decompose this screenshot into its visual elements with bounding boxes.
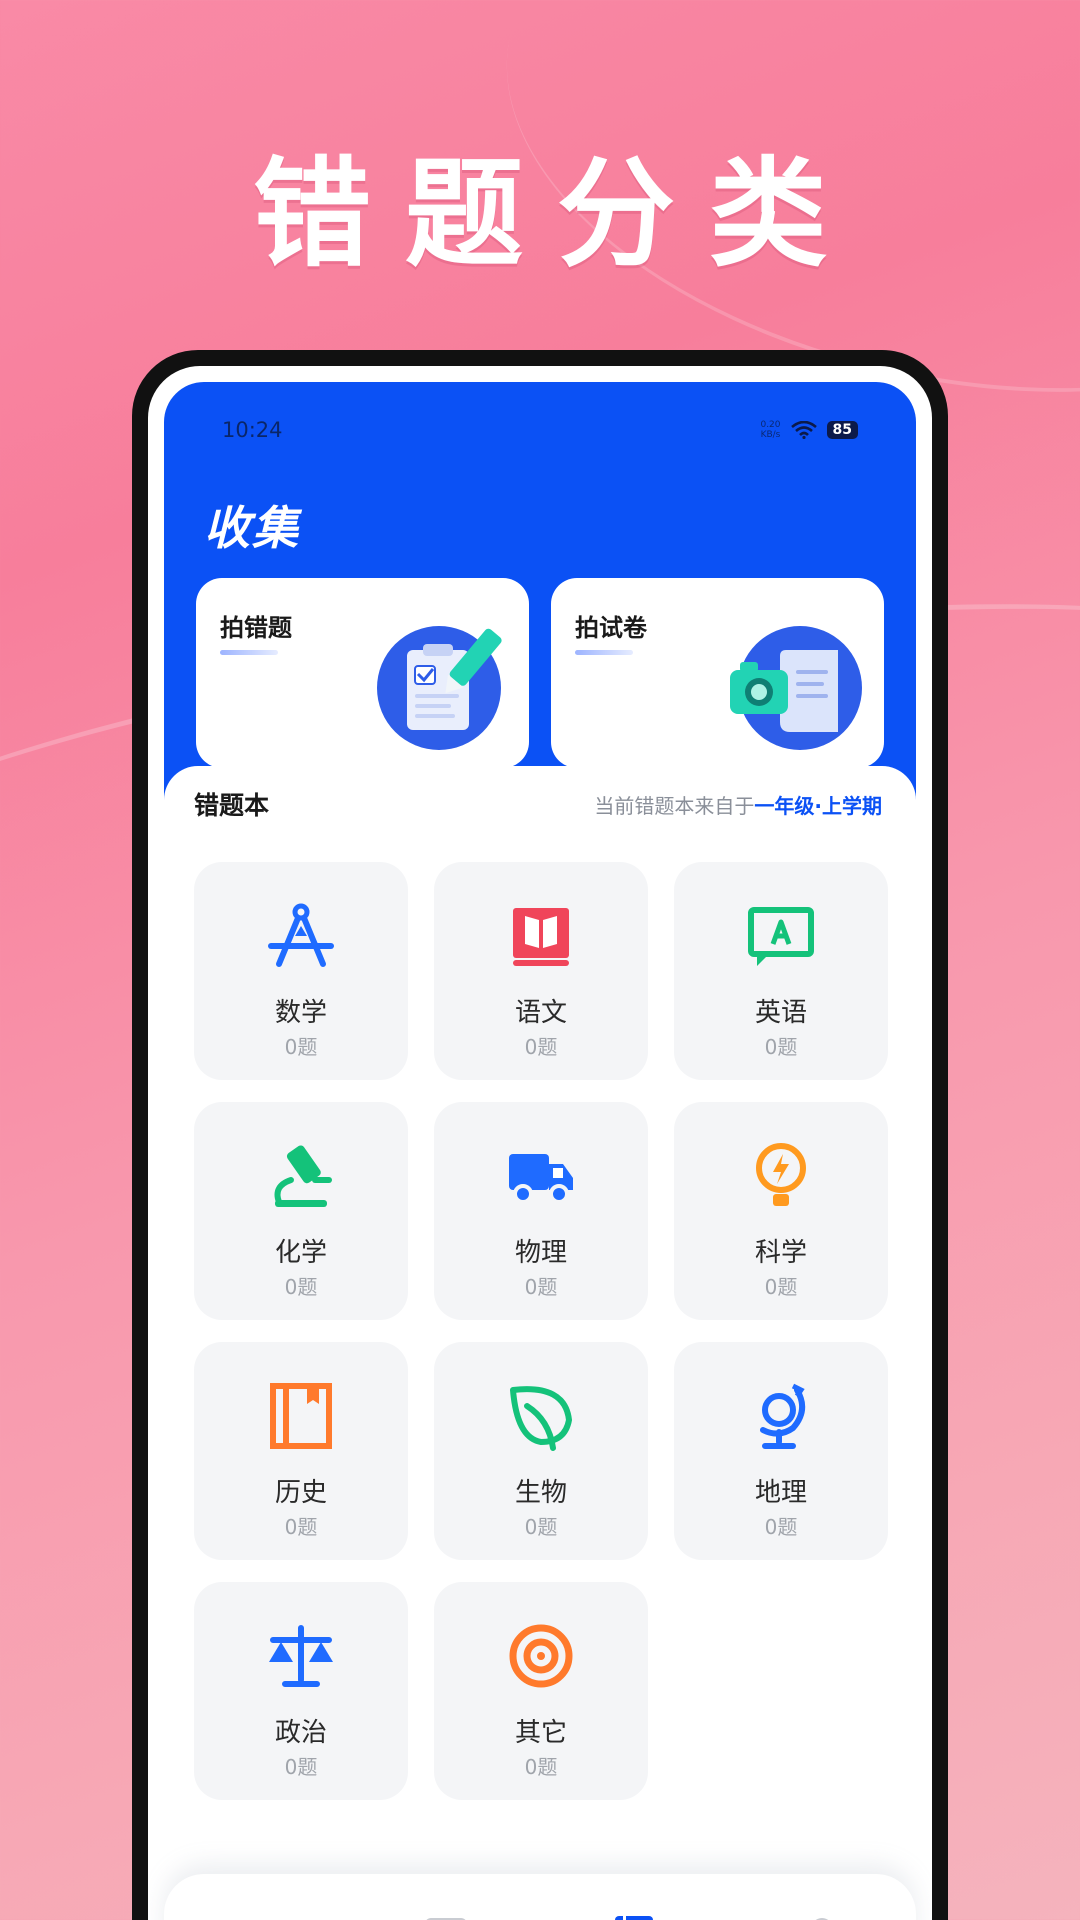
subject-tile-math[interactable]: 数学 0题	[194, 862, 408, 1080]
book-icon	[513, 908, 569, 966]
card-label: 拍错题	[220, 614, 292, 642]
collect-title: 收集	[204, 501, 300, 555]
scale-icon	[269, 1625, 333, 1687]
bottom-tab-bar	[164, 1874, 916, 1920]
wrong-book-sheet: 错题本 当前错题本来自于一年级·上学期 数学 0题 语文 0题 英语 0题 化学…	[164, 766, 916, 1920]
net-speed: 0.20 KB/s	[760, 420, 781, 440]
subject-tile-chemistry[interactable]: 化学 0题	[194, 1102, 408, 1320]
capture-question-card[interactable]: 拍错题	[196, 578, 529, 768]
archive-book-icon	[270, 1383, 332, 1449]
subject-tile-biology[interactable]: 生物 0题	[434, 1342, 648, 1560]
subject-tile-geography[interactable]: 地理 0题	[674, 1342, 888, 1560]
status-time: 10:24	[222, 418, 283, 442]
subject-tile-physics[interactable]: 物理 0题	[434, 1102, 648, 1320]
wifi-icon	[790, 421, 817, 439]
phone-screen: 10:24 0.20 KB/s 85 收集 拍错题 拍试卷 错题本 当前错题本来…	[148, 366, 932, 1920]
grade-term-link[interactable]: 一年级·上学期	[754, 794, 882, 818]
phone-frame: 10:24 0.20 KB/s 85 收集 拍错题 拍试卷 错题本 当前错题本来…	[132, 350, 948, 1920]
clipboard-pen-icon	[377, 626, 502, 750]
subject-tile-science[interactable]: 科学 0题	[674, 1102, 888, 1320]
truck-icon	[509, 1154, 573, 1204]
profile-icon[interactable]	[799, 1914, 845, 1920]
leaf-icon	[510, 1386, 572, 1451]
home-icon[interactable]	[235, 1914, 281, 1920]
letter-board-icon	[748, 907, 814, 966]
subject-tile-other[interactable]: 其它 0题	[434, 1582, 648, 1800]
promo-headline: 错题分类	[252, 144, 861, 283]
target-icon	[509, 1624, 573, 1688]
subject-tile-politics[interactable]: 政治 0题	[194, 1582, 408, 1800]
lightbulb-icon	[756, 1143, 806, 1206]
subject-tile-chinese[interactable]: 语文 0题	[434, 862, 648, 1080]
capture-paper-card[interactable]: 拍试卷	[551, 578, 884, 768]
transfer-icon[interactable]	[423, 1914, 469, 1920]
globe-icon	[760, 1383, 806, 1449]
subject-grid: 数学 0题 语文 0题 英语 0题 化学 0题 物理 0题 科学 0题 历史 0…	[194, 862, 888, 1800]
battery-indicator: 85	[826, 421, 858, 439]
compass-icon	[268, 903, 334, 967]
subject-tile-history[interactable]: 历史 0题	[194, 1342, 408, 1560]
subject-tile-english[interactable]: 英语 0题	[674, 862, 888, 1080]
microscope-icon	[274, 1145, 332, 1207]
wrong-book-title: 错题本	[194, 791, 270, 820]
status-bar: 10:24 0.20 KB/s 85	[222, 410, 858, 450]
wrong-book-icon[interactable]	[611, 1914, 657, 1920]
camera-paper-icon	[730, 626, 862, 750]
card-label: 拍试卷	[575, 614, 647, 642]
book-source: 当前错题本来自于一年级·上学期	[594, 793, 882, 818]
